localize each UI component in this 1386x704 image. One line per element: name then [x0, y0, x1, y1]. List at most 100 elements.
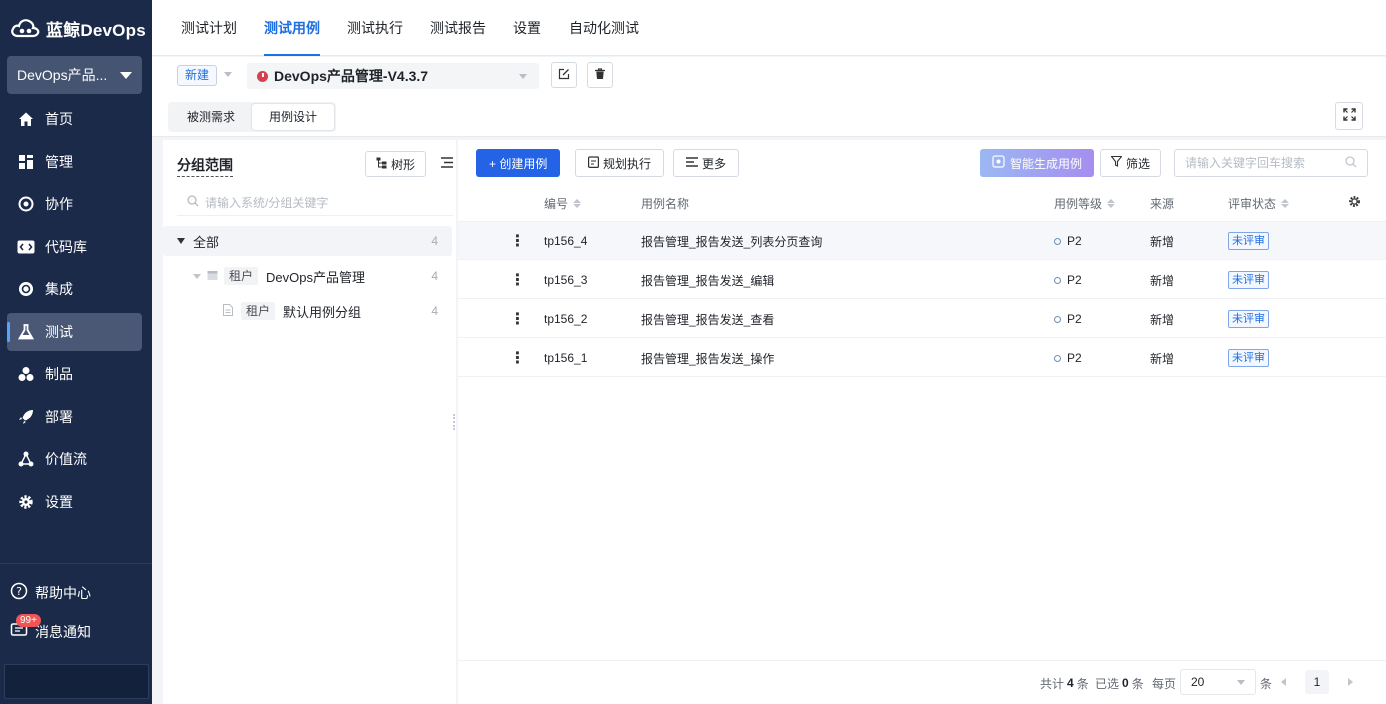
rocket-icon [17, 408, 35, 426]
tree-node-label: 默认用例分组 [283, 304, 362, 320]
tree-node-all[interactable]: 全部 4 [163, 226, 452, 256]
search-icon[interactable] [1345, 155, 1357, 171]
ai-generate-button[interactable]: 智能生成用例 [980, 149, 1094, 177]
sidebar-item-artifact[interactable]: 制品 [7, 355, 142, 393]
tab-test-execution[interactable]: 测试执行 [347, 0, 403, 56]
row-actions-icon[interactable]: ⋮ [508, 300, 526, 338]
sidebar-item-manage[interactable]: 管理 [7, 143, 142, 181]
tab-test-plan[interactable]: 测试计划 [181, 0, 237, 56]
clipboard-icon [588, 155, 600, 171]
plan-name: DevOps产品管理-V4.3.7 [274, 68, 429, 84]
case-level-value: P2 [1067, 234, 1082, 248]
case-id: tp156_3 [544, 273, 588, 287]
table-row[interactable]: ⋮ tp156_2 报告管理_报告发送_查看 P2 新增 未评审 [458, 300, 1386, 338]
tab-settings[interactable]: 设置 [513, 0, 541, 56]
more-button[interactable]: 更多 [673, 149, 740, 177]
sidebar-item-label: 部署 [45, 408, 73, 425]
total-prefix: 共计 [1040, 676, 1065, 691]
segment-requirements[interactable]: 被测需求 [170, 104, 252, 130]
sort-icon[interactable] [1107, 198, 1116, 208]
table-row[interactable]: ⋮ tp156_4 报告管理_报告发送_列表分页查询 P2 新增 未评审 [458, 222, 1386, 260]
level-dot-icon [1054, 237, 1061, 245]
tab-test-cases[interactable]: 测试用例 [264, 0, 320, 56]
sort-icon[interactable] [1281, 198, 1290, 208]
column-settings-button[interactable] [1348, 184, 1361, 222]
tree-view-button[interactable]: 树形 [365, 151, 427, 177]
edit-plan-button[interactable] [551, 62, 577, 88]
cloud-logo-icon [10, 16, 40, 41]
case-review: 未评审 [1228, 261, 1269, 299]
per-page-label: 每页 [1152, 676, 1177, 691]
tree-node-default-group[interactable]: 租户 默认用例分组 4 [163, 296, 452, 326]
next-page-icon[interactable] [1348, 678, 1353, 686]
group-scope-panel: 分组范围 树形 全部 4 租户 DevOps产品管理 4 租户 默认用例分组 4 [163, 140, 456, 704]
sidebar-item-integration[interactable]: 集成 [7, 270, 142, 308]
plan-execution-button[interactable]: 规划执行 [575, 149, 665, 177]
tree-node-label: DevOps产品管理 [266, 269, 365, 285]
prev-page-icon[interactable] [1281, 678, 1286, 686]
case-level: P2 [1054, 339, 1082, 377]
project-selector[interactable]: DevOps产品... [7, 56, 142, 94]
column-source: 来源 [1150, 184, 1174, 222]
tree-node-devops[interactable]: 租户 DevOps产品管理 4 [163, 261, 452, 291]
delete-plan-button[interactable] [587, 62, 613, 88]
table-row[interactable]: ⋮ tp156_3 报告管理_报告发送_编辑 P2 新增 未评审 [458, 261, 1386, 299]
row-actions-icon[interactable]: ⋮ [508, 339, 526, 377]
page-number-current[interactable]: 1 [1305, 670, 1329, 694]
sidebar-item-valuestream[interactable]: 价值流 [7, 440, 142, 478]
total-suffix: 条 [1076, 676, 1089, 691]
tab-automation[interactable]: 自动化测试 [569, 0, 639, 56]
column-review[interactable]: 评审状态 [1228, 184, 1290, 222]
case-source: 新增 [1150, 351, 1175, 366]
sort-icon[interactable] [573, 198, 582, 208]
plan-toolbar: 新建 DevOps产品管理-V4.3.7 被测需求 用例设计 [152, 57, 1386, 137]
sidebar-nav: 首页 管理 协作 代码库 集成 测试 制品 部署 价值流 设置 [7, 100, 142, 525]
sidebar-item-deploy[interactable]: 部署 [7, 398, 142, 436]
collapse-menu-icon[interactable] [441, 156, 453, 171]
column-level[interactable]: 用例等级 [1054, 184, 1116, 222]
plan-selector[interactable]: DevOps产品管理-V4.3.7 [247, 63, 539, 89]
case-name[interactable]: 报告管理_报告发送_编辑 [641, 261, 774, 299]
review-status-badge: 未评审 [1228, 310, 1269, 328]
panel-resize-handle[interactable] [453, 414, 455, 430]
case-level: P2 [1054, 222, 1082, 260]
help-icon: ? [10, 582, 28, 603]
tab-test-report[interactable]: 测试报告 [430, 0, 486, 56]
filter-button[interactable]: 筛选 [1100, 149, 1162, 177]
row-actions-icon[interactable]: ⋮ [508, 222, 526, 260]
level-dot-icon [1054, 354, 1061, 362]
page-size-select[interactable]: 20 [1180, 669, 1256, 695]
tree-node-count: 4 [431, 269, 438, 283]
sidebar-item-test[interactable]: 测试 [7, 312, 142, 351]
total-count: 共计 4 条 [1040, 661, 1089, 704]
total-value: 4 [1067, 676, 1074, 690]
caret-down-icon[interactable] [177, 238, 185, 244]
new-button[interactable]: 新建 [177, 65, 218, 86]
row-actions-icon[interactable]: ⋮ [508, 261, 526, 299]
sidebar-item-label: 测试 [45, 323, 73, 340]
segment-case-design[interactable]: 用例设计 [252, 104, 335, 130]
sidebar-item-home[interactable]: 首页 [7, 100, 142, 138]
sidebar-item-code[interactable]: 代码库 [7, 228, 142, 266]
sidebar-item-label: 协作 [45, 196, 73, 212]
message-notifications[interactable]: 99+ 消息通知 [10, 614, 91, 642]
create-case-button[interactable]: + 创建用例 [476, 149, 561, 177]
column-id[interactable]: 编号 [544, 184, 582, 222]
case-name[interactable]: 报告管理_报告发送_操作 [641, 339, 774, 377]
expand-icon [1342, 108, 1356, 124]
caret-down-icon[interactable] [193, 273, 201, 279]
case-name[interactable]: 报告管理_报告发送_查看 [641, 300, 774, 338]
case-search-input[interactable] [1185, 156, 1335, 170]
group-search-input[interactable] [205, 195, 435, 210]
review-status-badge: 未评审 [1228, 349, 1269, 367]
page-size-value: 20 [1191, 675, 1205, 689]
sidebar-item-collab[interactable]: 协作 [7, 185, 142, 223]
table-row[interactable]: ⋮ tp156_1 报告管理_报告发送_操作 P2 新增 未评审 [458, 339, 1386, 377]
brand-logo[interactable]: 蓝鲸DevOps [10, 14, 146, 42]
help-center-link[interactable]: ? 帮助中心 [10, 582, 91, 603]
case-level-value: P2 [1067, 273, 1082, 287]
chevron-down-icon[interactable] [224, 72, 232, 77]
fullscreen-button[interactable] [1335, 102, 1363, 130]
sidebar-item-settings[interactable]: 设置 [7, 483, 142, 521]
case-name[interactable]: 报告管理_报告发送_列表分页查询 [641, 222, 822, 260]
